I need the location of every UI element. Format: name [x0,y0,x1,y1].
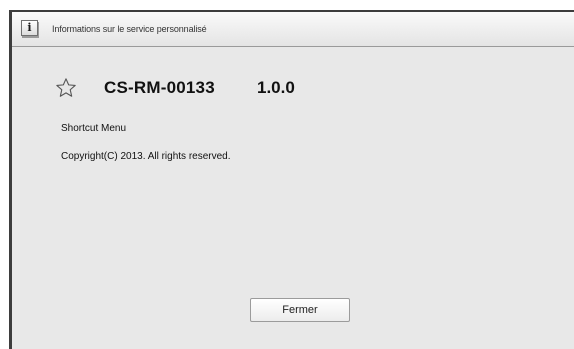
dialog-titlebar: i Informations sur le service personnali… [12,12,574,47]
dialog-title: Informations sur le service personnalisé [52,24,207,34]
star-outline-icon[interactable] [55,77,77,99]
copyright-text: Copyright(C) 2013. All rights reserved. [61,151,231,162]
app-description: Shortcut Menu [61,123,127,134]
close-button[interactable]: Fermer [250,298,350,322]
info-dialog: i Informations sur le service personnali… [9,10,574,349]
dialog-content: CS-RM-00133 1.0.0 Shortcut Menu Copyrigh… [12,47,574,349]
info-icon: i [21,20,38,36]
app-version: 1.0.0 [257,78,295,97]
app-name: CS-RM-00133 [104,78,215,97]
